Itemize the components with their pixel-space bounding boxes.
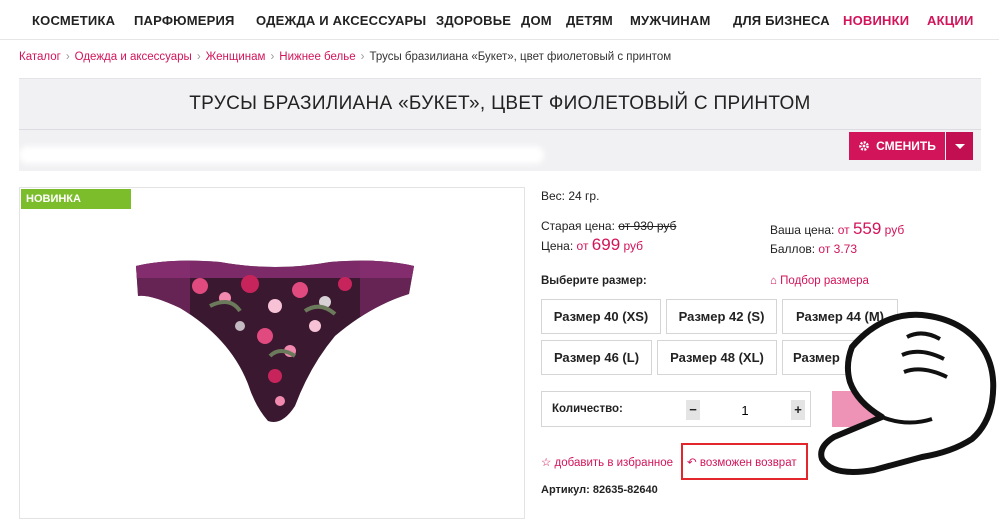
nav-item-home[interactable]: ДОМ xyxy=(521,13,552,28)
nav-item-health[interactable]: ЗДОРОВЬЕ xyxy=(436,13,511,28)
gear-icon xyxy=(859,141,869,151)
quantity-label: Количество: xyxy=(552,403,623,415)
divider xyxy=(19,129,981,130)
price: Цена: от 699 руб xyxy=(541,235,643,255)
caret-down-icon xyxy=(954,143,965,149)
points-value: от 3.73 xyxy=(818,242,858,256)
change-dropdown-toggle[interactable] xyxy=(946,132,973,160)
your-price-label: Ваша цена: xyxy=(770,223,835,237)
size-button-48[interactable]: Размер 48 (XL) xyxy=(657,340,777,375)
breadcrumb-women[interactable]: Женщинам xyxy=(206,51,266,63)
points: Баллов: от 3.73 xyxy=(770,242,857,256)
chevron-right-icon: › xyxy=(65,51,70,63)
your-price-value: 559 xyxy=(852,219,882,238)
nav-item-sales[interactable]: АКЦИИ xyxy=(927,13,974,28)
return-link[interactable]: ↶ возможен возврат xyxy=(687,455,797,469)
old-price-label: Старая цена: xyxy=(541,219,615,233)
your-price: Ваша цена: от 559 руб xyxy=(770,219,904,239)
favorites-label: добавить в избранное xyxy=(554,457,674,469)
quantity-input[interactable] xyxy=(702,400,788,420)
nav-item-men[interactable]: МУЖЧИНАМ xyxy=(630,13,711,28)
choose-size-label: Выберите размер: xyxy=(541,275,647,287)
article-number: Артикул: 82635-82640 xyxy=(541,484,658,496)
breadcrumb-lingerie[interactable]: Нижнее белье xyxy=(279,51,355,63)
redacted-text xyxy=(19,146,544,164)
nav-item-perfume[interactable]: ПАРФЮМЕРИЯ xyxy=(134,13,235,28)
product-title-bar: ТРУСЫ БРАЗИЛИАНА «БУКЕТ», ЦВЕТ ФИОЛЕТОВЫ… xyxy=(19,78,981,171)
price-label: Цена: xyxy=(541,239,574,253)
size-button-40[interactable]: Размер 40 (XS) xyxy=(541,299,661,334)
nav-item-kids[interactable]: ДЕТЯМ xyxy=(566,13,613,28)
size-button-42[interactable]: Размер 42 (S) xyxy=(666,299,777,334)
breadcrumb-clothing[interactable]: Одежда и аксессуары xyxy=(75,51,192,63)
return-arrow-icon: ↶ xyxy=(687,457,697,469)
nav-item-new[interactable]: НОВИНКИ xyxy=(843,13,909,28)
size-guide-link[interactable]: ⌂ Подбор размера xyxy=(770,275,869,287)
your-price-currency: руб xyxy=(884,223,905,237)
page-title: ТРУСЫ БРАЗИЛИАНА «БУКЕТ», ЦВЕТ ФИОЛЕТОВЫ… xyxy=(189,93,811,114)
new-badge: НОВИНКА xyxy=(21,189,131,209)
size-guide-label: Подбор размера xyxy=(780,275,869,287)
chevron-right-icon: › xyxy=(196,51,201,63)
change-button[interactable]: СМЕНИТЬ xyxy=(849,132,945,160)
size-button-46[interactable]: Размер 46 (L) xyxy=(541,340,652,375)
weight-text: Вес: 24 гр. xyxy=(541,189,600,203)
product-image[interactable] xyxy=(130,256,420,436)
nav-item-clothing[interactable]: ОДЕЖДА И АКСЕССУАРЫ xyxy=(256,13,426,28)
chevron-right-icon: › xyxy=(270,51,275,63)
quantity-stepper: Количество: − + xyxy=(541,391,811,427)
breadcrumb: Каталог › Одежда и аксессуары › Женщинам › Ниж… xyxy=(19,51,671,63)
nav-item-business[interactable]: ДЛЯ БИЗНЕСА xyxy=(733,13,830,28)
quantity-decrease-button[interactable]: − xyxy=(686,400,700,420)
chevron-right-icon: › xyxy=(360,51,365,63)
quantity-increase-button[interactable]: + xyxy=(791,400,805,420)
ruler-icon: ⌂ xyxy=(770,275,777,287)
breadcrumb-current: Трусы бразилиана «Букет», цвет фиолетовы… xyxy=(369,51,672,63)
change-button-label: СМЕНИТЬ xyxy=(876,139,936,153)
price-currency: руб xyxy=(623,239,644,253)
add-to-favorites-link[interactable]: ☆ добавить в избранное xyxy=(541,455,673,469)
top-navigation: КОСМЕТИКА ПАРФЮМЕРИЯ ОДЕЖДА И АКСЕССУАРЫ… xyxy=(0,0,999,40)
product-image-panel: НОВИНКА xyxy=(19,187,525,519)
old-price-value: от 930 руб xyxy=(618,219,677,233)
star-icon: ☆ xyxy=(541,457,552,469)
old-price: Старая цена: от 930 руб xyxy=(541,219,676,233)
breadcrumb-catalog[interactable]: Каталог xyxy=(19,51,61,63)
pointing-hand-icon xyxy=(818,311,997,475)
your-price-from: от xyxy=(837,223,850,237)
price-from: от xyxy=(576,239,589,253)
nav-item-cosmetics[interactable]: КОСМЕТИКА xyxy=(32,13,115,28)
price-value: 699 xyxy=(591,235,621,254)
points-label: Баллов: xyxy=(770,242,816,256)
return-label: возможен возврат xyxy=(699,457,797,469)
